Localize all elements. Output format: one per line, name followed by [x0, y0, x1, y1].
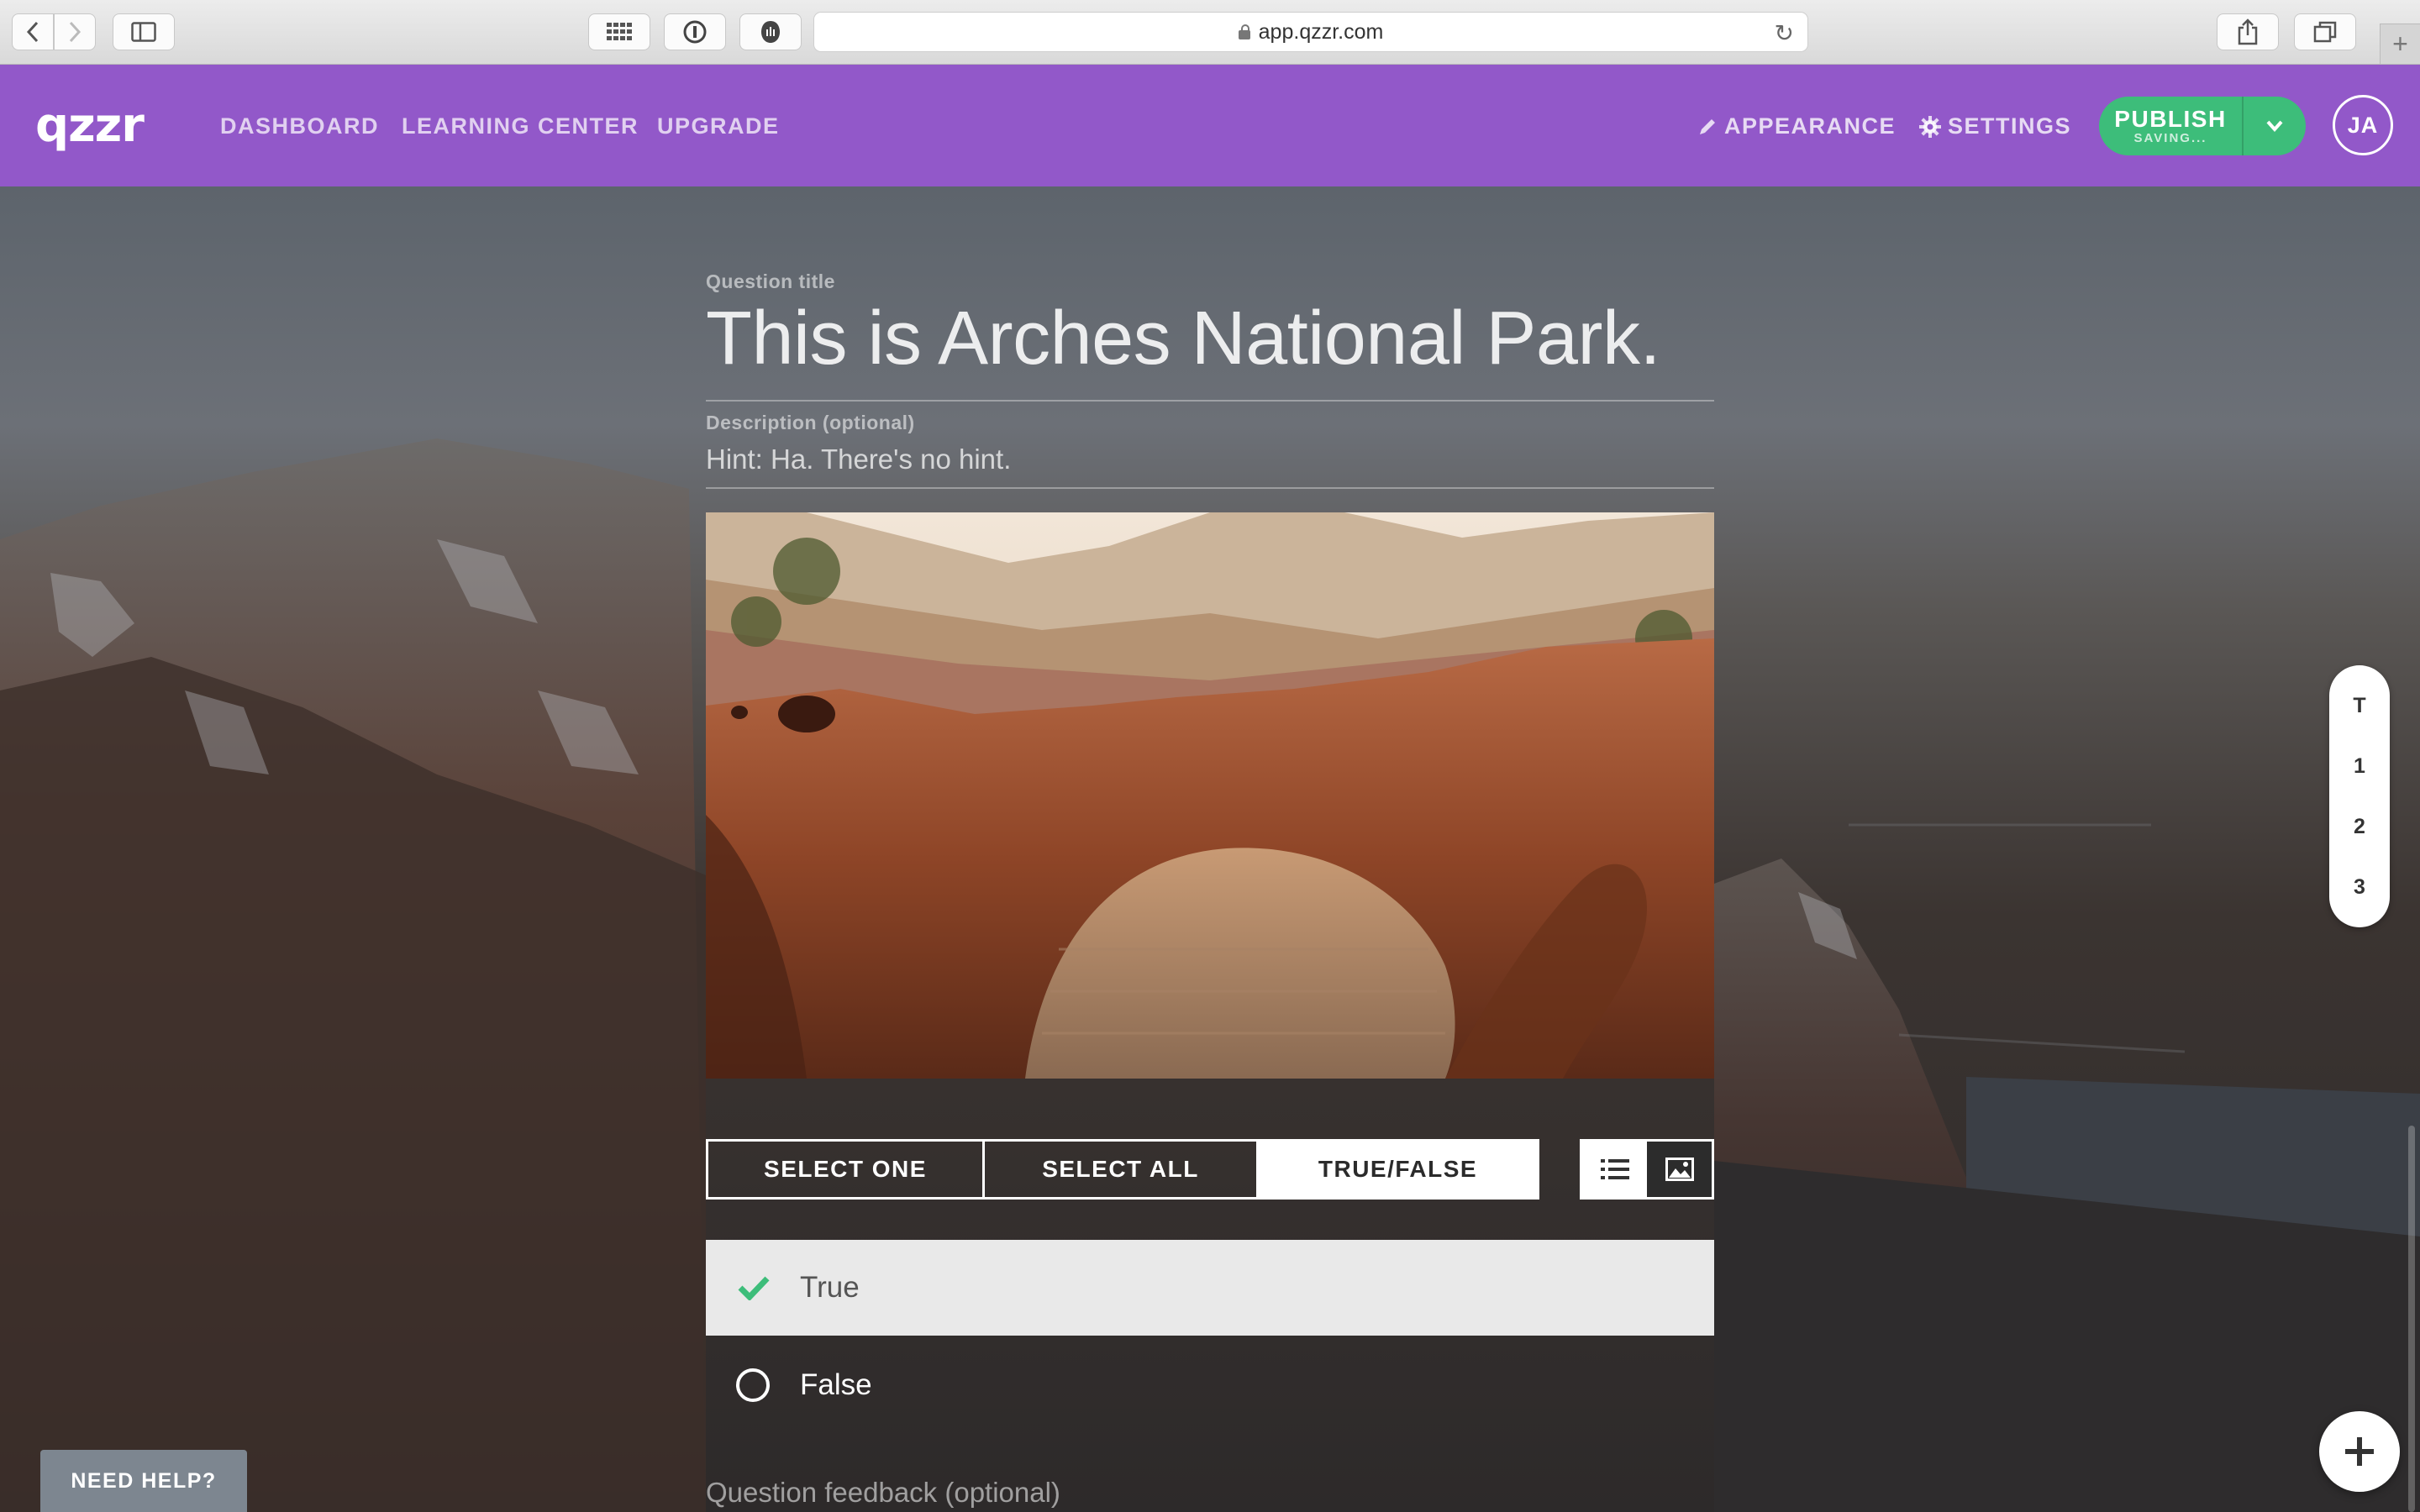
list-view-button[interactable]	[1582, 1142, 1647, 1197]
type-true-false-button[interactable]: TRUE/FALSE	[1256, 1142, 1537, 1197]
new-tab-button[interactable]: +	[2380, 24, 2420, 64]
publish-label: PUBLISH	[2114, 106, 2227, 132]
sidebar-icon	[131, 22, 156, 42]
share-icon	[2238, 18, 2258, 45]
nav-question-1-item[interactable]: 1	[2329, 754, 2390, 779]
description-underline	[706, 487, 1714, 489]
question-feedback-input[interactable]: Question feedback (optional)	[706, 1477, 1060, 1509]
user-avatar[interactable]: JA	[2333, 95, 2393, 155]
save-status: SAVING...	[2133, 131, 2207, 145]
add-question-button[interactable]	[2319, 1411, 2400, 1492]
question-type-selector: SELECT ONE SELECT ALL TRUE/FALSE	[706, 1139, 1539, 1200]
browser-toolbar: app.qzzr.com ↻ +	[0, 0, 2420, 65]
grid-icon	[607, 23, 632, 40]
forward-button[interactable]	[54, 13, 96, 50]
question-title-input[interactable]: This is Arches National Park.	[706, 296, 1714, 382]
publish-button-group: PUBLISH SAVING...	[2099, 97, 2306, 155]
blocker-extension-button[interactable]	[739, 13, 802, 50]
need-help-button[interactable]: NEED HELP?	[40, 1450, 247, 1512]
nav-upgrade-link[interactable]: UPGRADE	[657, 113, 780, 139]
tabs-overview-button[interactable]	[2294, 13, 2356, 50]
address-bar[interactable]: app.qzzr.com ↻	[813, 12, 1808, 52]
settings-label: SETTINGS	[1948, 113, 2072, 139]
nav-question-2-item[interactable]: 2	[2329, 815, 2390, 839]
publish-options-button[interactable]	[2244, 97, 2306, 155]
checkmark-icon	[738, 1276, 770, 1300]
type-select-one-button[interactable]: SELECT ONE	[708, 1142, 982, 1197]
reload-icon[interactable]: ↻	[1775, 19, 1794, 47]
url-text: app.qzzr.com	[1258, 19, 1384, 44]
image-icon	[1665, 1158, 1694, 1181]
settings-button[interactable]: SETTINGS	[1919, 113, 2071, 139]
sidebar-toggle-button[interactable]	[113, 13, 175, 50]
plus-icon	[2345, 1437, 2374, 1466]
answer-true-option[interactable]: True	[706, 1240, 1714, 1336]
share-button[interactable]	[2217, 13, 2279, 50]
chevron-down-icon	[2266, 120, 2283, 132]
question-title-label: Question title	[706, 270, 835, 292]
list-icon	[1600, 1159, 1629, 1179]
nav-learning-center-link[interactable]: LEARNING CENTER	[402, 113, 639, 139]
password-manager-icon	[683, 20, 707, 44]
hand-icon	[761, 21, 780, 43]
answer-true-label: True	[800, 1271, 860, 1304]
chevron-left-icon	[26, 21, 39, 43]
plus-icon: +	[2392, 29, 2408, 59]
password-extension-button[interactable]	[664, 13, 726, 50]
tabs-icon	[2313, 21, 2337, 43]
qzzr-logo[interactable]: qzzr	[35, 95, 145, 155]
chevron-right-icon	[69, 21, 82, 43]
title-underline	[706, 400, 1714, 402]
app-header: qzzr DASHBOARD LEARNING CENTER UPGRADE A…	[0, 65, 2420, 186]
arch-photo	[706, 512, 1714, 1079]
answer-view-selector	[1580, 1139, 1714, 1200]
appearance-label: APPEARANCE	[1724, 113, 1897, 139]
nav-dashboard-link[interactable]: DASHBOARD	[220, 113, 379, 139]
question-image[interactable]	[706, 512, 1714, 1079]
answer-false-label: False	[800, 1368, 872, 1401]
answer-false-option[interactable]: False	[706, 1337, 1714, 1433]
publish-button[interactable]: PUBLISH SAVING...	[2099, 97, 2242, 155]
image-view-button[interactable]	[1647, 1142, 1712, 1197]
nav-title-item[interactable]: T	[2329, 694, 2390, 718]
top-sites-button[interactable]	[588, 13, 650, 50]
lock-icon	[1238, 24, 1250, 39]
appearance-button[interactable]: APPEARANCE	[1697, 113, 1896, 139]
description-input[interactable]: Hint: Ha. There's no hint.	[706, 444, 1011, 475]
page-scrollbar[interactable]	[2408, 1126, 2415, 1512]
nav-question-3-item[interactable]: 3	[2329, 875, 2390, 900]
type-select-all-button[interactable]: SELECT ALL	[982, 1142, 1256, 1197]
back-button[interactable]	[12, 13, 54, 50]
pencil-icon	[1700, 118, 1715, 134]
gear-icon	[1919, 115, 1941, 138]
question-navigator: T 1 2 3	[2329, 665, 2390, 927]
description-label: Description (optional)	[706, 412, 915, 433]
radio-unchecked-icon[interactable]	[736, 1368, 770, 1402]
